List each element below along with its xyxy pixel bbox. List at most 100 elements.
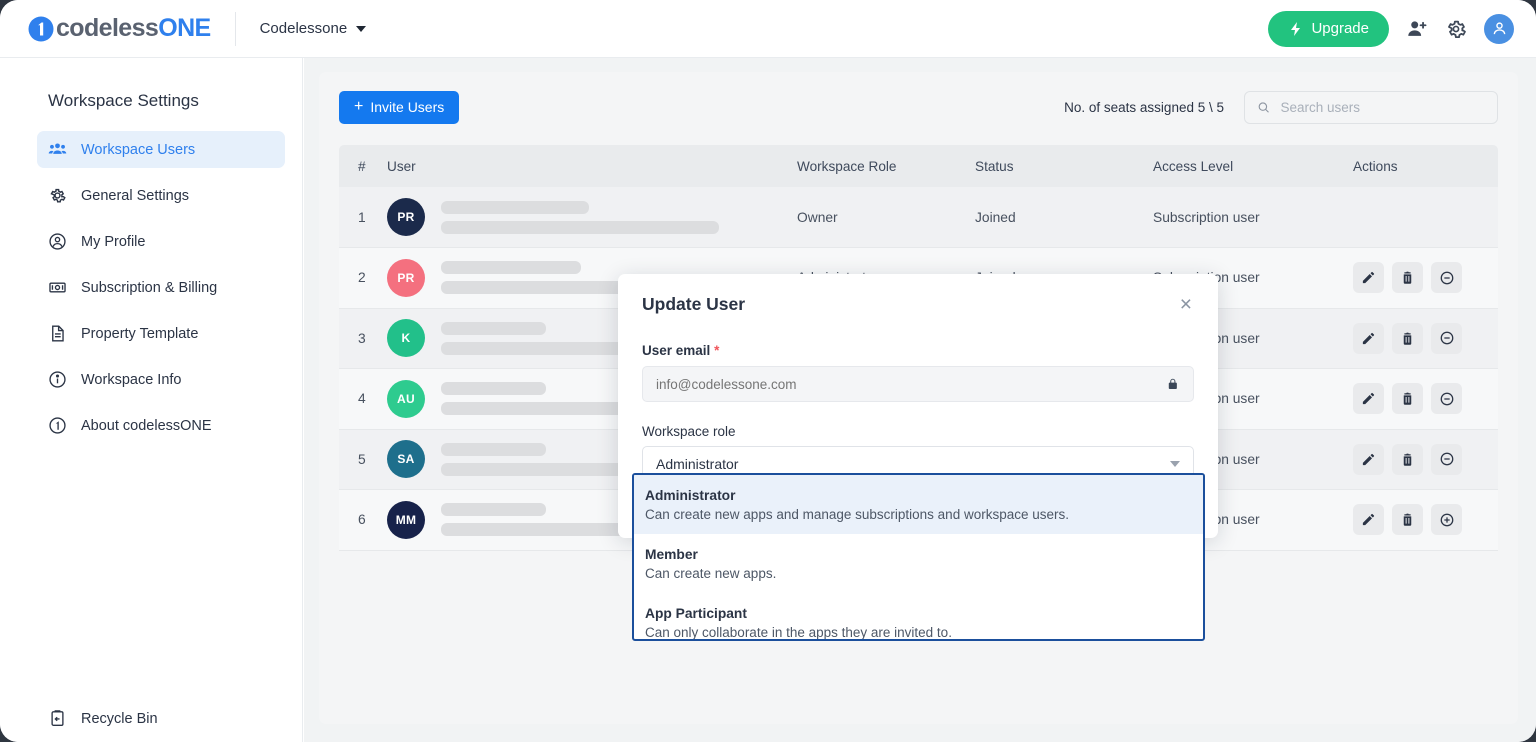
sidebar-item-label: About codelessONE <box>81 417 212 434</box>
add-seat-button[interactable] <box>1431 504 1462 536</box>
required-asterisk: * <box>714 343 720 358</box>
dropdown-option-name: App Participant <box>645 606 747 621</box>
edit-icon <box>1362 332 1375 344</box>
user-email-field-wrapper <box>642 366 1194 402</box>
invite-users-label: Invite Users <box>370 99 445 115</box>
sidebar-item-label: My Profile <box>81 233 146 250</box>
remove-seat-button[interactable] <box>1431 322 1462 354</box>
cell-index: 5 <box>339 429 387 490</box>
edit-row-button[interactable] <box>1353 322 1384 354</box>
remove-seat-button[interactable] <box>1431 262 1462 294</box>
sidebar-item-subscription-billing[interactable]: Subscription & Billing <box>37 269 285 306</box>
workspace-role-selected-value: Administrator <box>656 456 739 472</box>
edit-row-button[interactable] <box>1353 262 1384 294</box>
banknote-icon <box>48 278 67 297</box>
cell-user: PR <box>387 187 797 248</box>
plus-circle-icon <box>1440 513 1453 527</box>
delete-icon <box>1403 392 1412 405</box>
sidebar-title: Workspace Settings <box>48 91 199 110</box>
users-table-head: # User Workspace Role Status Access Leve… <box>339 145 1498 187</box>
user-email-label: User email * <box>642 343 1194 358</box>
delete-row-button[interactable] <box>1392 443 1423 475</box>
dropdown-option-administrator[interactable]: Administrator Can create new apps and ma… <box>634 475 1203 534</box>
user-avatar-icon <box>1493 22 1505 35</box>
column-header-access: Access Level <box>1153 145 1353 187</box>
sidebar-item-about-codelessone[interactable]: About codelessONE <box>37 407 285 444</box>
header-divider <box>234 11 236 46</box>
avatar: PR <box>387 198 425 236</box>
cell-status: Joined <box>975 187 1153 248</box>
delete-row-button[interactable] <box>1392 383 1423 415</box>
avatar: PR <box>387 258 425 297</box>
app-header: codelessONE Codelessone Upgrade <box>0 0 1536 58</box>
table-header-row: # User Workspace Role Status Access Leve… <box>339 145 1498 187</box>
search-input[interactable] <box>1280 99 1485 115</box>
sidebar-item-recycle-bin[interactable]: Recycle Bin <box>37 709 158 728</box>
sidebar: Workspace Settings Workspace Users Gener… <box>0 58 303 742</box>
column-header-actions: Actions <box>1353 145 1498 187</box>
close-icon[interactable]: × <box>1178 294 1194 315</box>
app-window: codelessONE Codelessone Upgrade Workspac… <box>0 0 1536 742</box>
avatar: K <box>387 319 425 358</box>
chevron-down-icon <box>1170 461 1180 467</box>
remove-seat-button[interactable] <box>1431 443 1462 475</box>
search-users-box[interactable] <box>1244 90 1498 124</box>
edit-icon <box>1362 453 1375 465</box>
user-email-input <box>656 376 1167 392</box>
delete-row-button[interactable] <box>1392 504 1423 536</box>
brand-name-prefix: codeless <box>56 14 159 42</box>
workspace-switcher-label: Codelessone <box>259 20 348 37</box>
invite-users-button[interactable]: + Invite Users <box>339 90 460 124</box>
remove-seat-button[interactable] <box>1431 383 1462 415</box>
sidebar-item-workspace-users[interactable]: Workspace Users <box>37 131 285 168</box>
recycle-bin-icon <box>48 709 67 728</box>
dropdown-option-description: Can create new apps and manage subscript… <box>645 507 1069 522</box>
cell-index: 4 <box>339 368 387 430</box>
bolt-icon <box>1291 21 1301 36</box>
cell-actions <box>1353 187 1498 248</box>
cell-index: 6 <box>339 489 387 551</box>
table-row[interactable]: 1 PR Owner Joined Subscription user <box>339 187 1498 248</box>
sidebar-item-my-profile[interactable]: My Profile <box>37 223 285 260</box>
modal-header: Update User × <box>642 294 1194 315</box>
delete-row-button[interactable] <box>1392 322 1423 354</box>
minus-circle-icon <box>1440 331 1453 345</box>
minus-circle-icon <box>1440 392 1453 406</box>
header-actions: Upgrade <box>1268 10 1514 47</box>
column-header-role: Workspace Role <box>797 145 975 187</box>
edit-row-button[interactable] <box>1353 443 1384 475</box>
column-header-user: User <box>387 145 797 187</box>
edit-row-button[interactable] <box>1353 383 1384 415</box>
info-circle-icon <box>48 370 67 389</box>
minus-circle-icon <box>1440 271 1453 285</box>
edit-row-button[interactable] <box>1353 504 1384 536</box>
avatar: AU <box>387 379 425 418</box>
sidebar-item-property-template[interactable]: Property Template <box>37 315 285 352</box>
gear-icon <box>48 186 67 205</box>
sidebar-item-general-settings[interactable]: General Settings <box>37 177 285 214</box>
cell-index: 3 <box>339 308 387 369</box>
cell-actions <box>1353 368 1498 430</box>
edit-icon <box>1362 272 1375 284</box>
sidebar-item-workspace-info[interactable]: Workspace Info <box>37 361 285 398</box>
brand-name-suffix: ONE <box>158 14 211 42</box>
codelessone-logo-icon <box>28 16 54 41</box>
dropdown-option-description: Can create new apps. <box>645 566 777 581</box>
avatar: MM <box>387 500 425 539</box>
delete-icon <box>1403 453 1412 466</box>
workspace-role-dropdown: Administrator Can create new apps and ma… <box>632 473 1205 641</box>
user-avatar-button[interactable] <box>1484 13 1514 44</box>
workspace-switcher[interactable]: Codelessone <box>260 20 367 37</box>
cell-index: 2 <box>339 247 387 309</box>
upgrade-button-label: Upgrade <box>1311 20 1369 37</box>
dropdown-option-member[interactable]: Member Can create new apps. <box>634 534 1203 593</box>
cell-actions <box>1353 308 1498 369</box>
delete-row-button[interactable] <box>1392 262 1423 294</box>
document-icon <box>48 324 67 343</box>
gear-icon[interactable] <box>1445 18 1467 40</box>
brand-name: codelessONE <box>56 14 211 43</box>
delete-icon <box>1403 271 1412 284</box>
upgrade-button[interactable]: Upgrade <box>1268 10 1389 47</box>
dropdown-option-app-participant[interactable]: App Participant Can only collaborate in … <box>634 593 1203 639</box>
add-user-icon[interactable] <box>1406 18 1428 40</box>
